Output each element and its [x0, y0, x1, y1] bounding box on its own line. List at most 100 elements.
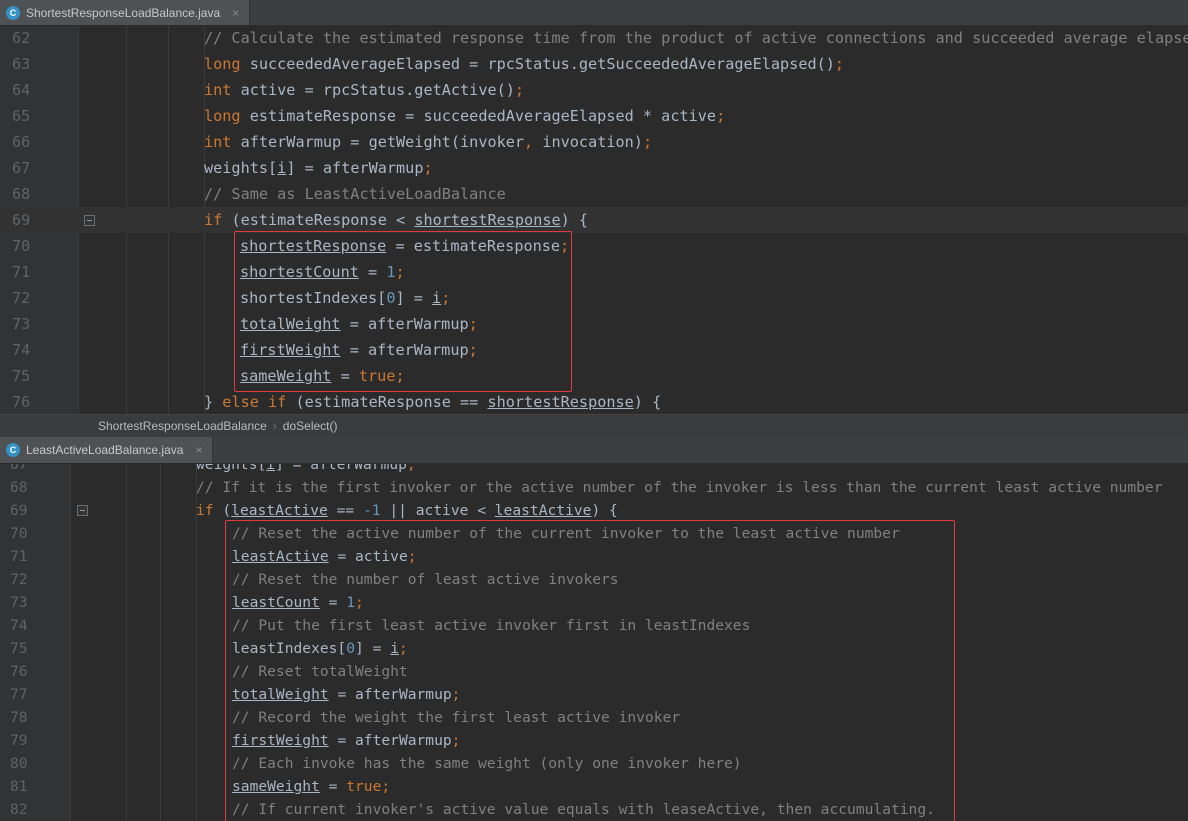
- code-line: 64 int active = rpcStatus.getActive();: [0, 77, 1188, 103]
- code-text: int active = rpcStatus.getActive();: [204, 77, 524, 103]
- code-token: }: [204, 393, 223, 411]
- line-number: 62: [12, 29, 31, 47]
- close-icon[interactable]: ×: [232, 6, 239, 20]
- code-line: 74 firstWeight = afterWarmup;: [0, 337, 1188, 363]
- line-number: 74: [12, 341, 31, 359]
- code-token: shortestResponse: [487, 393, 634, 411]
- tab-shortest-response[interactable]: C ShortestResponseLoadBalance.java ×: [0, 0, 251, 25]
- line-number: 76: [12, 393, 31, 411]
- code-token: ;: [834, 55, 845, 73]
- line-number: 75: [10, 640, 28, 657]
- code-token: // Same as LeastActiveLoadBalance: [204, 185, 506, 203]
- line-number: 66: [12, 133, 31, 151]
- tab-label: ShortestResponseLoadBalance.java: [26, 5, 221, 20]
- code-token: ,: [524, 133, 534, 151]
- code-line: 63 long succeededAverageElapsed = rpcStat…: [0, 51, 1188, 77]
- code-token: ;: [406, 464, 416, 473]
- code-token: if: [204, 211, 223, 229]
- line-number: 68: [10, 479, 28, 496]
- code-token: ;: [514, 81, 525, 99]
- code-text: if (leastActive == -1 || active < leastA…: [196, 499, 618, 522]
- code-text: // If it is the first invoker or the act…: [196, 476, 1162, 499]
- line-number: 74: [10, 617, 28, 634]
- code-line: 68 // If it is the first invoker or the a…: [0, 476, 1188, 499]
- line-number: 63: [12, 55, 31, 73]
- code-token: -1: [362, 502, 381, 519]
- code-token: ) {: [560, 211, 589, 229]
- code-token: ==: [327, 502, 363, 519]
- tab-label: LeastActiveLoadBalance.java: [26, 443, 184, 457]
- line-number: 70: [10, 525, 28, 542]
- line-number: 65: [12, 107, 31, 125]
- code-token: int: [204, 133, 232, 151]
- line-number: 76: [10, 663, 28, 680]
- java-class-icon: C: [6, 443, 20, 457]
- code-token: (: [213, 502, 232, 519]
- code-line: 71 shortestCount = 1;: [0, 259, 1188, 285]
- line-number: 78: [10, 709, 28, 726]
- code-token: shortestResponse: [414, 211, 561, 229]
- code-token: succeededAverageElapsed = rpcStatus.getS…: [240, 55, 835, 73]
- top-code-editor[interactable]: 62 // Calculate the estimated response ti…: [0, 26, 1188, 414]
- code-line: 62 // Calculate the estimated response ti…: [0, 26, 1188, 51]
- code-token: long: [204, 107, 241, 125]
- code-line: 70 shortestResponse = estimateResponse;: [0, 233, 1188, 259]
- line-number: 73: [12, 315, 31, 333]
- code-token: invocation): [533, 133, 643, 151]
- line-number: 81: [10, 778, 28, 795]
- breadcrumb-method[interactable]: doSelect(): [277, 419, 344, 433]
- close-icon[interactable]: ×: [195, 443, 202, 457]
- code-token: ) {: [633, 393, 662, 411]
- bottom-code-editor[interactable]: 67 weights[i] = afterWarmup; 68 // If it is…: [0, 464, 1188, 821]
- code-token: i: [266, 464, 276, 473]
- line-number: 67: [12, 159, 31, 177]
- code-token: long: [204, 55, 241, 73]
- line-number: 64: [12, 81, 31, 99]
- breadcrumb: ShortestResponseLoadBalance › doSelect(): [0, 414, 1188, 438]
- code-token: else if: [222, 393, 287, 411]
- code-token: // If it is the first invoker or the act…: [196, 479, 1163, 496]
- line-number: 70: [12, 237, 31, 255]
- code-token: weights[: [204, 159, 278, 177]
- code-token: leastActive: [494, 502, 592, 519]
- code-token: ] = afterWarmup: [286, 159, 424, 177]
- code-line: 73 totalWeight = afterWarmup;: [0, 311, 1188, 337]
- code-token: weights[: [196, 464, 267, 473]
- code-token: ;: [642, 133, 653, 151]
- tab-least-active[interactable]: C LeastActiveLoadBalance.java ×: [0, 437, 214, 463]
- code-line: 67 weights[i] = afterWarmup;: [0, 464, 1188, 476]
- fold-icon[interactable]: [84, 214, 95, 226]
- line-number: 73: [10, 594, 28, 611]
- code-token: leastActive: [231, 502, 328, 519]
- code-text: long succeededAverageElapsed = rpcStatus…: [204, 51, 844, 77]
- code-token: i: [277, 159, 287, 177]
- code-token: || active <: [380, 502, 495, 519]
- code-token: estimateResponse = succeededAverageElaps…: [240, 107, 717, 125]
- line-number: 80: [10, 755, 28, 772]
- line-number: 82: [10, 801, 28, 818]
- line-number: 68: [12, 185, 31, 203]
- code-text: if (estimateResponse < shortestResponse)…: [204, 207, 588, 233]
- line-number: 77: [10, 686, 28, 703]
- top-tab-bar: C ShortestResponseLoadBalance.java ×: [0, 0, 1188, 26]
- bottom-tab-bar: C LeastActiveLoadBalance.java ×: [0, 437, 1188, 464]
- code-token: int: [204, 81, 232, 99]
- line-number: 69: [12, 211, 31, 229]
- code-token: ;: [716, 107, 726, 125]
- fold-icon[interactable]: [77, 505, 88, 516]
- code-text: } else if (estimateResponse == shortestR…: [204, 389, 661, 414]
- code-token: if: [196, 502, 214, 519]
- java-class-icon: C: [6, 5, 20, 20]
- code-line: 67 weights[i] = afterWarmup;: [0, 155, 1188, 181]
- code-token: ] = afterWarmup: [275, 464, 407, 473]
- breadcrumb-class[interactable]: ShortestResponseLoadBalance: [92, 419, 273, 433]
- code-token: ;: [423, 159, 433, 177]
- line-number: 79: [10, 732, 28, 749]
- line-number: 72: [10, 571, 28, 588]
- code-line: 68 // Same as LeastActiveLoadBalance: [0, 181, 1188, 207]
- line-number: 71: [10, 548, 28, 565]
- code-line: 72 shortestIndexes[0] = i;: [0, 285, 1188, 311]
- highlight-box: [225, 520, 955, 821]
- code-text: // Same as LeastActiveLoadBalance: [204, 181, 506, 207]
- line-number: 71: [12, 263, 31, 281]
